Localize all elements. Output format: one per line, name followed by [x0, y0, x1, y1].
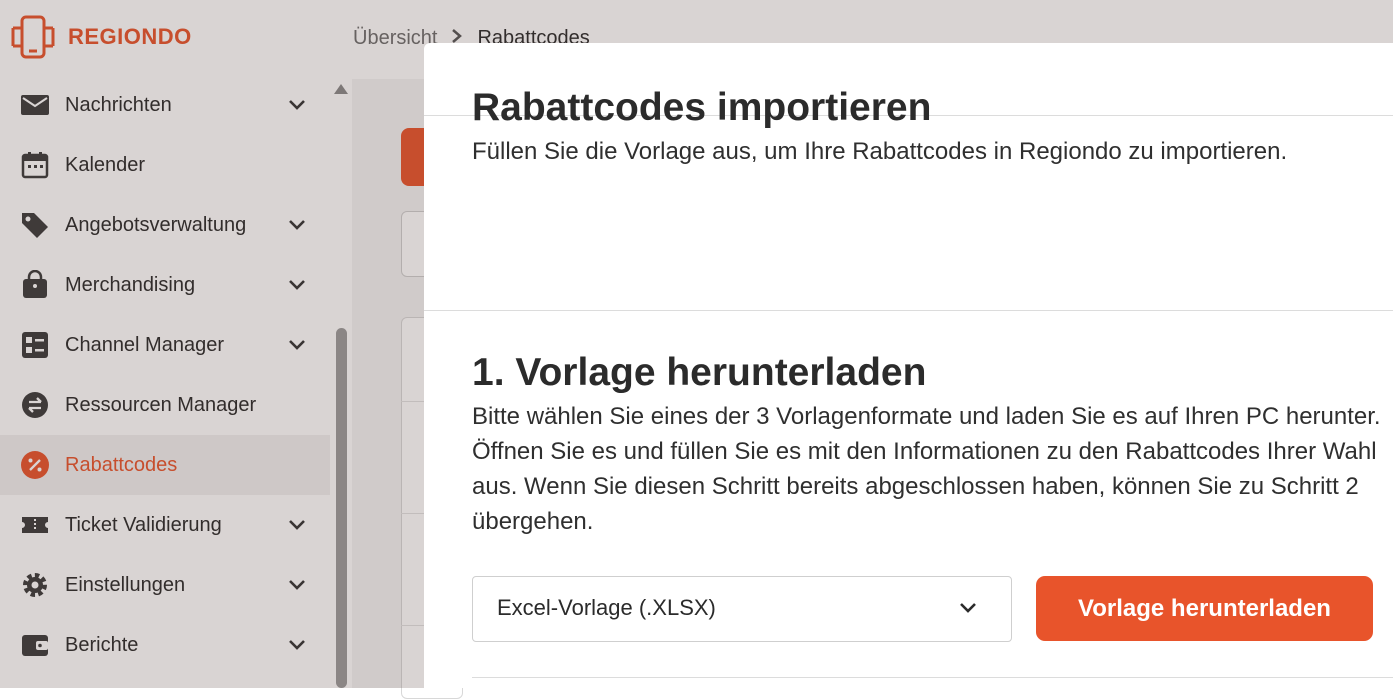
- step1-description: Bitte wählen Sie eines der 3 Vorlagenfor…: [472, 403, 1381, 535]
- section-divider: [472, 677, 1393, 678]
- download-template-button[interactable]: Vorlage herunterladen: [1036, 576, 1373, 641]
- drawer-title: Rabattcodes importieren: [472, 86, 932, 129]
- import-drawer: Rabattcodes importieren Füllen Sie die V…: [424, 43, 1393, 688]
- step1-title: 1. Vorlage herunterladen: [472, 351, 927, 394]
- template-format-value: Excel-Vorlage (.XLSX): [497, 595, 716, 620]
- chevron-down-icon: [960, 603, 976, 613]
- template-format-select[interactable]: Excel-Vorlage (.XLSX): [472, 576, 1012, 642]
- drawer-subtitle: Füllen Sie die Vorlage aus, um Ihre Raba…: [472, 138, 1288, 165]
